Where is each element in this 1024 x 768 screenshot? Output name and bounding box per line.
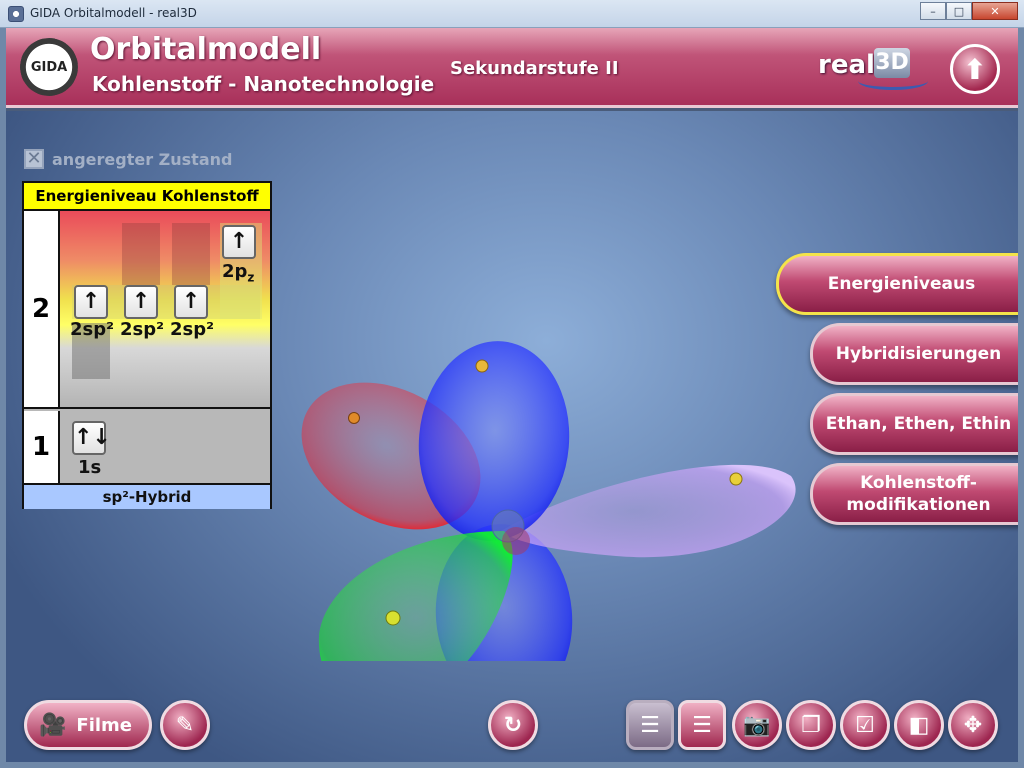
list-icon: ☰: [692, 712, 712, 738]
checkbox-icon: ☑: [855, 712, 875, 738]
hybrid-type-label: sp²-Hybrid: [24, 485, 270, 509]
electron-red: [348, 412, 360, 424]
notes-button[interactable]: ✎: [160, 700, 210, 750]
minimize-button[interactable]: –: [920, 2, 946, 20]
level-2-field: ↑ 2pz ↑ ↑ ↑ 2sp² 2sp² 2sp²: [60, 211, 270, 407]
brand-swoosh: [858, 72, 928, 90]
level-number-2: 2: [24, 211, 60, 407]
window-mode-button[interactable]: ◧: [894, 700, 944, 750]
app-icon: [8, 6, 24, 22]
school-level: Sekundarstufe II: [450, 58, 619, 79]
up-arrow-button[interactable]: ⬆: [950, 44, 1000, 94]
window-titlebar: GIDA Orbitalmodell - real3D – □ ✕: [0, 0, 1024, 28]
menu-ethan-ethen-ethin-button[interactable]: Ethan, Ethen, Ethin: [810, 393, 1018, 455]
ghost-orbital-slot: [122, 223, 160, 285]
checklist-button[interactable]: ☑: [840, 700, 890, 750]
reset-button[interactable]: ↻: [488, 700, 538, 750]
orbital-sp2-label-3: 2sp²: [170, 319, 215, 340]
notepad-icon: ✎: [175, 712, 195, 738]
orbital-1s-box: ↑↓: [72, 421, 111, 455]
level-number-1: 1: [24, 411, 60, 483]
close-button[interactable]: ✕: [972, 2, 1018, 20]
orbital-sp2-label-1: 2sp²: [70, 319, 115, 340]
electron-green: [385, 610, 401, 626]
move-icon: ✥: [963, 712, 983, 738]
orbital-3d-model[interactable]: [286, 221, 806, 661]
orbital-sp2-box-1: ↑: [74, 285, 108, 319]
ghost-orbital-slot: [172, 223, 210, 285]
menu-item-line2: modifikationen: [846, 495, 991, 515]
energy-panel-title: Energieniveau Kohlenstoff: [24, 183, 270, 211]
orbital-sp2-label-2: 2sp²: [120, 319, 165, 340]
energy-level-panel: Energieniveau Kohlenstoff 2 ↑ 2pz ↑ ↑ ↑ …: [22, 181, 272, 509]
energy-level-2: 2 ↑ 2pz ↑ ↑ ↑ 2sp² 2sp² 2sp²: [24, 211, 270, 409]
filme-label: Filme: [76, 714, 133, 736]
orbital-2pz-label: 2pz: [222, 261, 254, 285]
main-viewport: ✕ angeregter Zustand Energieniveau Kohle…: [6, 111, 1018, 762]
filme-button[interactable]: 🎥 Filme: [24, 700, 152, 750]
window-title: GIDA Orbitalmodell - real3D: [30, 6, 197, 20]
real3d-logo: real 3D: [818, 46, 928, 92]
electron-violet: [729, 472, 743, 486]
maximize-button[interactable]: □: [946, 2, 972, 20]
menu-item-line1: Kohlenstoff-: [860, 473, 977, 493]
app-subtitle: Kohlenstoff - Nanotechnologie: [92, 72, 435, 96]
film-camera-icon: 🎥: [39, 712, 67, 738]
app-title: Orbitalmodell: [90, 32, 322, 67]
orbital-1s-label: 1s: [78, 457, 102, 478]
excited-state-toggle[interactable]: ✕ angeregter Zustand: [24, 149, 232, 169]
app-header: GIDA Orbitalmodell Kohlenstoff - Nanotec…: [6, 28, 1018, 108]
excited-state-checkbox[interactable]: ✕: [24, 149, 44, 169]
window-icon: ◧: [908, 712, 930, 738]
camera-icon: 📷: [743, 712, 771, 738]
list-view-button[interactable]: ☰: [678, 700, 726, 750]
excited-state-label: angeregter Zustand: [52, 149, 233, 169]
app-frame: GIDA Orbitalmodell Kohlenstoff - Nanotec…: [6, 28, 1018, 762]
menu-kohlenstoffmodifikationen-button[interactable]: Kohlenstoff- modifikationen: [810, 463, 1018, 525]
orbital-sp2-box-2: ↑: [124, 285, 158, 319]
menu-hybridisierungen-button[interactable]: Hybridisierungen: [810, 323, 1018, 385]
logo-text: GIDA: [30, 59, 68, 75]
screenshot-button[interactable]: 📷: [732, 700, 782, 750]
orbital-2pz-label-main: 2p: [222, 261, 248, 282]
level-1-field: ↑↓ 1s: [60, 411, 270, 483]
orbital-2pz-box: ↑: [222, 225, 256, 259]
orbital-sp2-box-3: ↑: [174, 285, 208, 319]
copy-button[interactable]: ❐: [786, 700, 836, 750]
window-controls: – □ ✕: [920, 2, 1018, 20]
electron-blue: [475, 359, 489, 373]
orbital-2pz-label-sub: z: [247, 270, 255, 285]
list-icon: ☰: [640, 712, 660, 738]
nucleus-core: [502, 527, 530, 555]
menu-energieniveaus-button[interactable]: Energieniveaus: [776, 253, 1018, 315]
move-button[interactable]: ✥: [948, 700, 998, 750]
list-view-dim-button[interactable]: ☰: [626, 700, 674, 750]
copy-icon: ❐: [801, 712, 821, 738]
reset-icon: ↻: [503, 712, 523, 738]
gida-logo: GIDA: [20, 38, 78, 96]
energy-level-1: 1 ↑↓ 1s: [24, 411, 270, 485]
